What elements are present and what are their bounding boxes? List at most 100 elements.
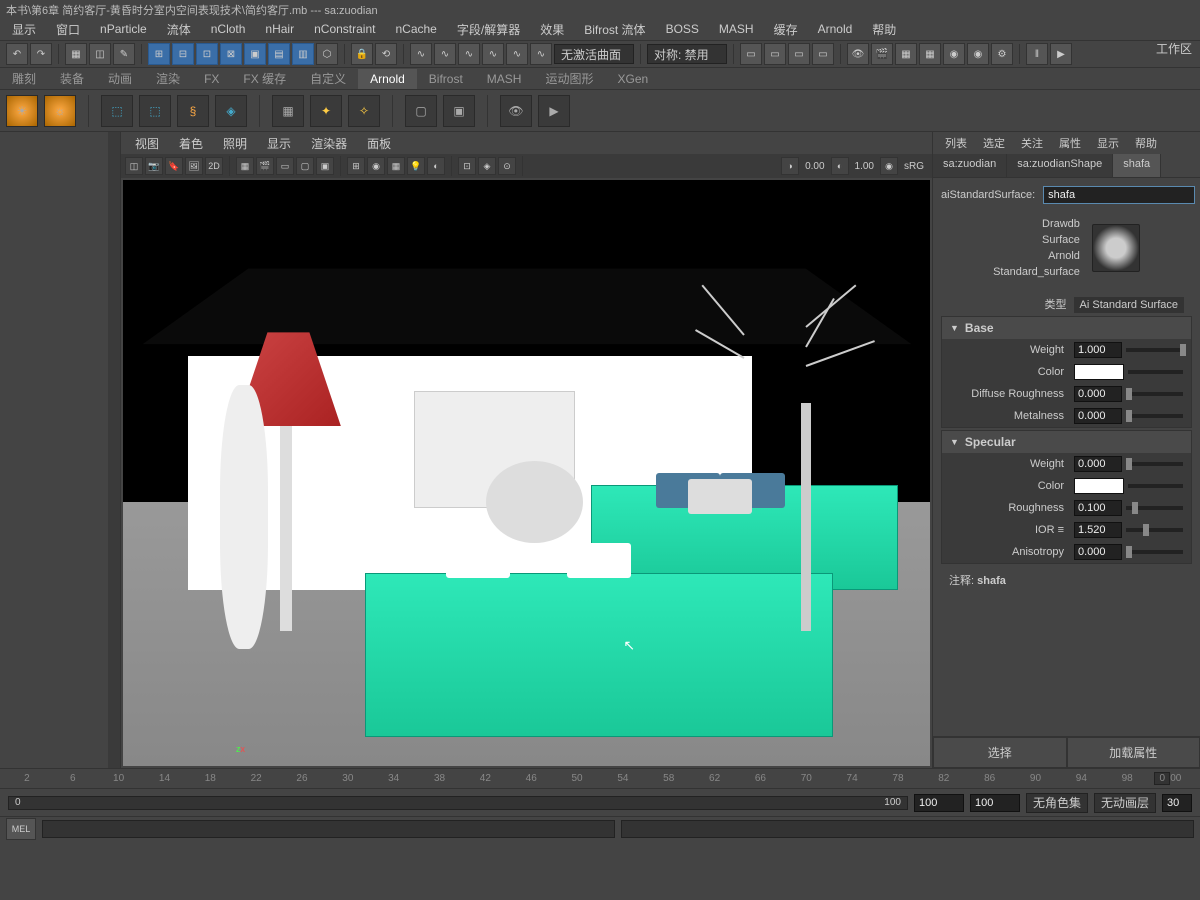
shelf-tab-fx[interactable]: FX [192,69,231,89]
menu-nhair[interactable]: nHair [257,20,302,38]
curve4-icon[interactable]: ∿ [482,43,504,65]
spec-ior-slider[interactable] [1126,528,1183,532]
vp-shadow-icon[interactable]: ◐ [427,157,445,175]
base-weight-slider[interactable] [1126,348,1183,352]
base-rough-slider[interactable] [1126,392,1183,396]
vp-grid-icon[interactable]: ▦ [236,157,254,175]
range-track[interactable]: 0 100 [8,796,908,810]
mel-button[interactable]: MEL [6,818,36,840]
curve6-icon[interactable]: ∿ [530,43,552,65]
render3-icon[interactable]: ▦ [895,43,917,65]
animlayer-dropdown[interactable]: 无动画层 [1094,793,1156,813]
arnold-light2-icon[interactable]: ☼ [44,95,76,127]
command-input[interactable] [42,820,615,838]
charset-dropdown[interactable]: 无角色集 [1026,793,1088,813]
base-color-swatch[interactable] [1074,364,1124,380]
spec-rough-input[interactable] [1074,500,1122,516]
vp-light-icon[interactable]: 💡 [407,157,425,175]
curve2-icon[interactable]: ∿ [434,43,456,65]
ae-menu-show[interactable]: 显示 [1091,133,1125,153]
vp-menu-view[interactable]: 视图 [127,133,167,154]
snap-surf-icon[interactable]: ▤ [268,43,290,65]
history-icon[interactable]: ⟲ [375,43,397,65]
vp-joint-icon[interactable]: ⊙ [498,157,516,175]
play-icon[interactable]: ▶ [1050,43,1072,65]
ae-menu-attr[interactable]: 属性 [1053,133,1087,153]
panel2-icon[interactable]: ▭ [764,43,786,65]
ae-select-button[interactable]: 选择 [933,737,1067,768]
vp-iso-icon[interactable]: ⊡ [458,157,476,175]
menu-boss[interactable]: BOSS [658,20,707,38]
vp-res-icon[interactable]: ▢ [296,157,314,175]
arnold-film-icon[interactable]: ▶ [538,95,570,127]
vp-exposure-icon[interactable]: ◑ [781,157,799,175]
curve3-icon[interactable]: ∿ [458,43,480,65]
vp-safe-icon[interactable]: ▣ [316,157,334,175]
shelf-tab-custom[interactable]: 自定义 [298,67,358,90]
lock-icon[interactable]: 🔒 [351,43,373,65]
paint-icon[interactable]: ✎ [113,43,135,65]
snap-view-icon[interactable]: ▣ [244,43,266,65]
base-weight-input[interactable] [1074,342,1122,358]
arnold-box1-icon[interactable]: ⬚ [101,95,133,127]
arnold-light1-icon[interactable]: ☀ [6,95,38,127]
render5-icon[interactable]: ◉ [943,43,965,65]
vp-film-icon[interactable]: 🎬 [256,157,274,175]
spec-weight-input[interactable] [1074,456,1122,472]
render1-icon[interactable]: 👁 [847,43,869,65]
panel1-icon[interactable]: ▭ [740,43,762,65]
select-icon[interactable]: ▦ [65,43,87,65]
shelf-tab-sculpt[interactable]: 雕刻 [0,67,48,90]
vp-wire-icon[interactable]: ⊞ [347,157,365,175]
render2-icon[interactable]: 🎬 [871,43,893,65]
shelf-tab-mash[interactable]: MASH [475,69,534,89]
menu-nconstraint[interactable]: nConstraint [306,20,383,38]
vp-cam-icon[interactable]: 📷 [145,157,163,175]
menu-cache[interactable]: 缓存 [766,19,806,40]
menu-mash[interactable]: MASH [711,20,762,38]
menu-nparticle[interactable]: nParticle [92,20,155,38]
workspace-label[interactable]: 工作区 [1156,40,1192,57]
construction-dropdown[interactable]: 无激活曲面 [554,44,634,64]
curve1-icon[interactable]: ∿ [410,43,432,65]
current-frame[interactable]: 0 [1154,772,1170,785]
snap-point-icon[interactable]: ⊡ [196,43,218,65]
vp-select-icon[interactable]: ◫ [125,157,143,175]
vp-shade-icon[interactable]: ◉ [367,157,385,175]
ae-menu-help[interactable]: 帮助 [1129,133,1163,153]
vp-menu-renderer[interactable]: 渲染器 [303,133,355,154]
shelf-tab-bifrost[interactable]: Bifrost [417,69,475,89]
shelf-tab-xgen[interactable]: XGen [605,69,660,89]
range-end-input[interactable] [970,794,1020,812]
menu-ncache[interactable]: nCache [387,20,444,38]
vp-xray-icon[interactable]: ◈ [478,157,496,175]
range-start-input[interactable] [914,794,964,812]
vp-tex-icon[interactable]: ▦ [387,157,405,175]
ae-section-base[interactable]: Base [942,317,1191,339]
vp-menu-shade[interactable]: 着色 [171,133,211,154]
menu-fields[interactable]: 字段/解算器 [449,19,528,40]
fps-input[interactable] [1162,794,1192,812]
ae-load-button[interactable]: 加载属性 [1067,737,1200,768]
undo-icon[interactable]: ↶ [6,43,28,65]
menu-arnold[interactable]: Arnold [810,20,861,38]
vp-2d-icon[interactable]: 2D [205,157,223,175]
spec-rough-slider[interactable] [1126,506,1183,510]
render4-icon[interactable]: ▦ [919,43,941,65]
vp-color-icon[interactable]: ◉ [880,157,898,175]
arnold-eye-icon[interactable]: 👁 [500,95,532,127]
channel-scroll[interactable] [108,132,121,768]
ae-menu-select[interactable]: 选定 [977,133,1011,153]
viewport-3d[interactable]: zx ↖ [123,180,930,766]
shelf-tab-render[interactable]: 渲染 [144,67,192,90]
vp-menu-light[interactable]: 照明 [215,133,255,154]
vp-srgb[interactable]: sRG [900,161,928,172]
arnold-grid1-icon[interactable]: ▦ [272,95,304,127]
menu-help[interactable]: 帮助 [864,19,904,40]
vp-gate-icon[interactable]: ▭ [276,157,294,175]
base-rough-input[interactable] [1074,386,1122,402]
spec-weight-slider[interactable] [1126,462,1183,466]
panel4-icon[interactable]: ▭ [812,43,834,65]
ae-tab-shafa[interactable]: shafa [1113,154,1161,177]
shelf-tab-motion[interactable]: 运动图形 [533,67,605,90]
